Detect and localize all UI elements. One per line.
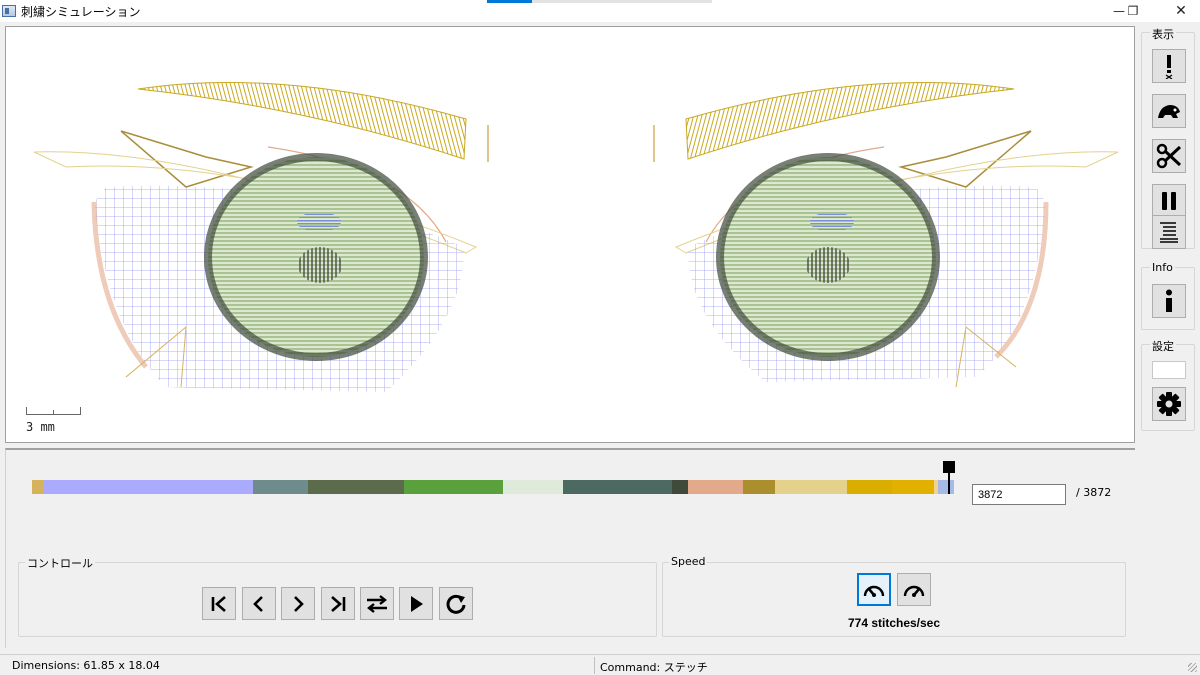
last-icon [331, 595, 346, 612]
color-sequence-bar[interactable] [32, 480, 954, 494]
color-segment-7[interactable] [563, 480, 673, 494]
speed-down-button[interactable] [857, 573, 891, 606]
color-segment-4[interactable] [307, 480, 405, 494]
left-eye [33, 81, 489, 392]
last-stitch-button[interactable] [321, 587, 355, 620]
progress-marker-line [948, 472, 950, 494]
play-icon [411, 595, 423, 612]
speed-group-label: Speed [669, 555, 708, 568]
first-icon [211, 595, 226, 612]
color-segment-1[interactable] [32, 480, 45, 494]
pause-icon [1162, 192, 1176, 210]
title-bar: 刺繍シミュレーション [0, 0, 1200, 22]
settings-slot [1152, 361, 1186, 379]
display-group: 表示 [1141, 26, 1195, 249]
list-icon [1160, 222, 1178, 243]
restart-button[interactable] [439, 587, 473, 620]
display-group-label: 表示 [1150, 26, 1176, 42]
close-button[interactable]: ✕ [1158, 0, 1200, 22]
first-stitch-button[interactable] [202, 587, 236, 620]
refresh-icon [446, 594, 466, 614]
stitch-total-label: / 3872 [1076, 486, 1112, 499]
speed-up-button[interactable] [897, 573, 931, 606]
title-gray-strip [532, 0, 712, 3]
swap-direction-button[interactable] [360, 587, 394, 620]
resize-grip[interactable] [1188, 663, 1197, 672]
speedometer-fast-icon [903, 585, 925, 597]
trim-button[interactable] [1152, 139, 1186, 173]
speed-rate-label: 774 stitches/sec [847, 616, 941, 630]
restore-button[interactable]: ❐ [1110, 0, 1156, 22]
next-icon [294, 595, 304, 612]
speed-group: Speed 774 stitches/sec [662, 555, 1126, 637]
slow-mode-button[interactable] [1152, 94, 1186, 128]
speedometer-slow-icon [863, 585, 885, 597]
list-button[interactable] [1152, 215, 1186, 249]
status-divider [594, 657, 595, 674]
color-segment-12[interactable] [847, 480, 892, 494]
color-segment-9[interactable] [688, 480, 743, 494]
side-panel: 表示 Info 設定 [1141, 24, 1200, 654]
info-icon [1166, 289, 1172, 312]
embroidery-preview [33, 81, 1119, 392]
color-segment-3[interactable] [253, 480, 308, 494]
color-segment-13[interactable] [891, 480, 934, 494]
pause-button[interactable] [1152, 184, 1186, 218]
info-group-label: Info [1150, 261, 1175, 274]
control-group: コントロール [18, 555, 657, 637]
jump-stitch-button[interactable] [1152, 49, 1186, 83]
window-title: 刺繍シミュレーション [21, 4, 141, 19]
right-eye [653, 81, 1119, 388]
dimensions-status: Dimensions: 61.85 x 18.04 [12, 659, 160, 672]
color-segment-8[interactable] [672, 480, 689, 494]
embroidery-canvas[interactable]: 3 mm [5, 26, 1135, 443]
next-stitch-button[interactable] [281, 587, 315, 620]
scale-label: 3 mm [26, 420, 55, 434]
previous-stitch-button[interactable] [242, 587, 276, 620]
scissors-icon [1156, 143, 1182, 169]
info-button[interactable] [1152, 284, 1186, 318]
tortoise-icon [1158, 105, 1180, 118]
color-segment-15[interactable] [937, 480, 954, 494]
swap-icon [367, 594, 387, 613]
color-segment-11[interactable] [774, 480, 848, 494]
command-status: Command: ステッチ [600, 661, 708, 674]
color-segment-5[interactable] [404, 480, 504, 494]
app-icon [2, 5, 16, 17]
color-segment-2[interactable] [44, 480, 254, 494]
scale-bar [26, 407, 81, 415]
settings-group-label: 設定 [1150, 338, 1176, 354]
color-segment-6[interactable] [503, 480, 564, 494]
status-bar: Dimensions: 61.85 x 18.04 Command: ステッチ [0, 654, 1200, 675]
control-panel: / 3872 コントロール [5, 448, 1135, 648]
prev-icon [253, 595, 263, 612]
settings-group: 設定 [1141, 338, 1195, 431]
settings-button[interactable] [1152, 387, 1186, 421]
stitch-count-input[interactable] [972, 484, 1066, 505]
control-group-label: コントロール [25, 555, 95, 571]
color-segment-10[interactable] [742, 480, 775, 494]
play-button[interactable] [399, 587, 433, 620]
info-group: Info [1141, 261, 1195, 330]
jump-icon [1165, 55, 1173, 79]
gear-icon [1157, 392, 1181, 416]
title-accent [487, 0, 532, 3]
